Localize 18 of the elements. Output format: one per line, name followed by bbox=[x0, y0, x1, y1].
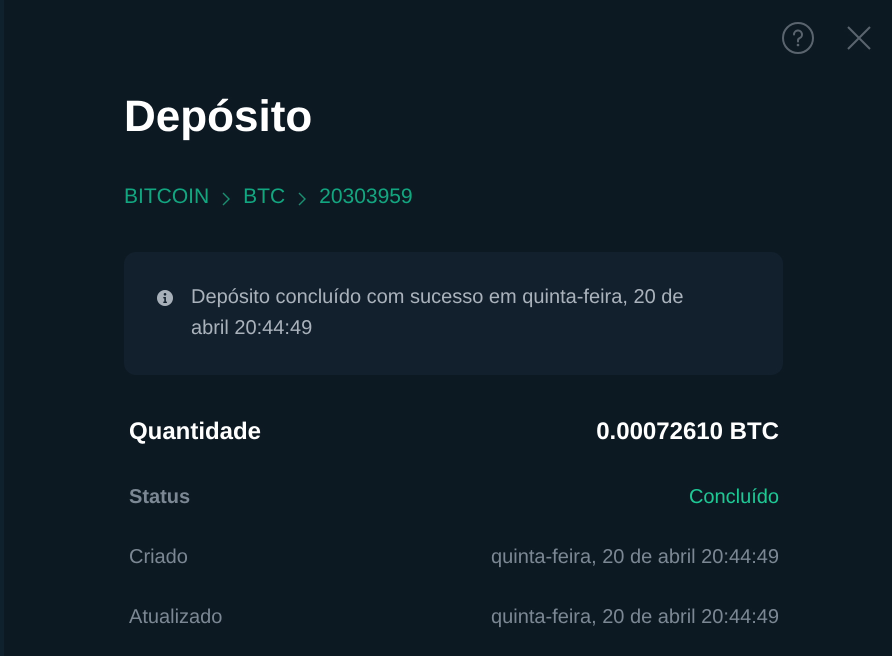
chevron-icon bbox=[222, 192, 230, 206]
help-icon[interactable] bbox=[782, 22, 814, 54]
breadcrumb-link[interactable]: BTC bbox=[243, 183, 286, 211]
date-value: quinta-feira, 20 de abril 20:44:49 bbox=[491, 605, 779, 630]
status-value: Concluído bbox=[688, 485, 779, 510]
close-icon[interactable] bbox=[847, 26, 871, 50]
notice-text: Depósito concluído com sucesso em quinta-feira, 20 de abril 20:44:49 bbox=[191, 285, 684, 341]
detail-label: Status bbox=[129, 485, 190, 510]
date-value: quinta-feira, 20 de abril 20:44:49 bbox=[491, 545, 779, 570]
amount-value: 0.00072610 BTC bbox=[596, 417, 779, 447]
detail-label: Atualizado bbox=[129, 605, 222, 630]
info-icon bbox=[157, 290, 173, 306]
breadcrumb-link[interactable]: 20303959 bbox=[319, 183, 413, 211]
modal-title: Depósito bbox=[124, 91, 312, 143]
detail-label: Quantidade bbox=[129, 417, 262, 447]
chevron-icon bbox=[298, 192, 306, 206]
detail-label: Criado bbox=[129, 545, 188, 570]
breadcrumb-link[interactable]: BITCOIN bbox=[124, 183, 210, 211]
